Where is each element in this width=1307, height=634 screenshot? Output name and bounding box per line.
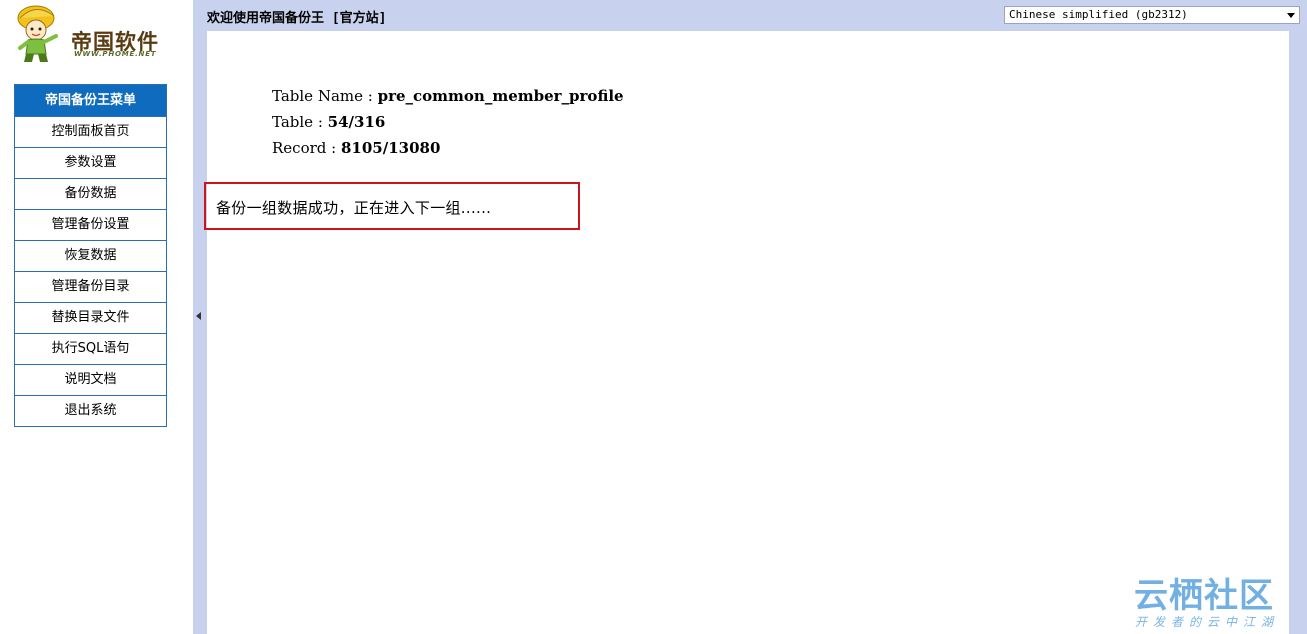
left-sidebar: 帝国软件 WWW.PHOME.NET 帝国备份王菜单 控制面板首页 参数设置 备… [0,0,194,634]
table-name-line: Table Name : pre_common_member_profile [272,87,624,105]
menu-item-execute-sql[interactable]: 执行SQL语句 [15,334,166,365]
watermark: 云栖社区 开发者的云中江湖 [1098,566,1307,634]
main-content: Table Name : pre_common_member_profile T… [204,31,1289,634]
language-select-value: Chinese simplified (gb2312) [1009,8,1188,21]
table-progress-line: Table : 54/316 [272,113,385,131]
menu-item-manage-backup-dir[interactable]: 管理备份目录 [15,272,166,303]
menu-item-restore-data[interactable]: 恢复数据 [15,241,166,272]
watermark-subtitle: 开发者的云中江湖 [1135,615,1280,629]
logo: 帝国软件 WWW.PHOME.NET [14,4,166,66]
menu-item-backup-data[interactable]: 备份数据 [15,179,166,210]
menu-item-replace-dir-files[interactable]: 替换目录文件 [15,303,166,334]
status-message-box: 备份一组数据成功，正在进入下一组...... [204,182,580,230]
record-progress-line: Record : 8105/13080 [272,139,440,157]
table-name-value: pre_common_member_profile [377,87,624,105]
menu-item-settings[interactable]: 参数设置 [15,148,166,179]
menu-item-manage-backup-settings[interactable]: 管理备份设置 [15,210,166,241]
chevron-down-icon[interactable] [1287,13,1295,18]
logo-url: WWW.PHOME.NET [74,50,157,58]
collapse-arrow-icon[interactable] [196,312,201,320]
menu-title: 帝国备份王菜单 [15,85,166,117]
menu-item-logout[interactable]: 退出系统 [15,396,166,427]
menu-item-control-panel[interactable]: 控制面板首页 [15,117,166,148]
menu-item-docs[interactable]: 说明文档 [15,365,166,396]
table-name-label: Table Name : [272,87,378,105]
record-value: 8105/13080 [340,139,441,157]
vertical-scrollbar[interactable] [1289,31,1307,634]
record-label: Record : [272,139,341,157]
watermark-title: 云栖社区 [1134,576,1274,616]
table-label: Table : [272,113,328,131]
welcome-title[interactable]: 欢迎使用帝国备份王 [官方站] [207,7,386,26]
top-bar: 欢迎使用帝国备份王 [官方站] Chinese simplified (gb23… [205,0,1307,31]
table-value: 54/316 [327,113,386,131]
sidebar-menu: 帝国备份王菜单 控制面板首页 参数设置 备份数据 管理备份设置 恢复数据 管理备… [14,84,167,427]
sidebar-splitter[interactable] [193,0,205,634]
mascot-icon [17,5,58,62]
status-message: 备份一组数据成功，正在进入下一组...... [216,199,492,217]
language-select[interactable]: Chinese simplified (gb2312) [1004,6,1300,24]
